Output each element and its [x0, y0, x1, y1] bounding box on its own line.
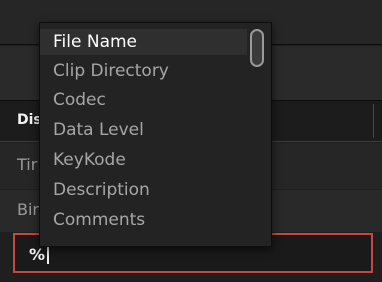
dropdown-item-clip-directory[interactable]: Clip Directory [40, 58, 247, 84]
dropdown-item-comments[interactable]: Comments [40, 207, 247, 233]
row-label: Bir [17, 200, 39, 219]
dropdown-item-data-level[interactable]: Data Level [40, 117, 247, 143]
dropdown-item-description[interactable]: Description [40, 177, 247, 203]
dropdown-scrollbar[interactable] [250, 29, 264, 67]
text-caret [47, 245, 49, 264]
row-label: Tir [17, 155, 38, 174]
metadata-autocomplete-dropdown[interactable]: File Name Clip Directory Codec Data Leve… [39, 22, 272, 247]
field-value: % [29, 245, 46, 264]
column-divider[interactable] [373, 104, 374, 138]
dropdown-item-keykode[interactable]: KeyKode [40, 147, 247, 173]
dropdown-item-file-name[interactable]: File Name [40, 29, 247, 55]
dropdown-item-codec[interactable]: Codec [40, 87, 247, 113]
